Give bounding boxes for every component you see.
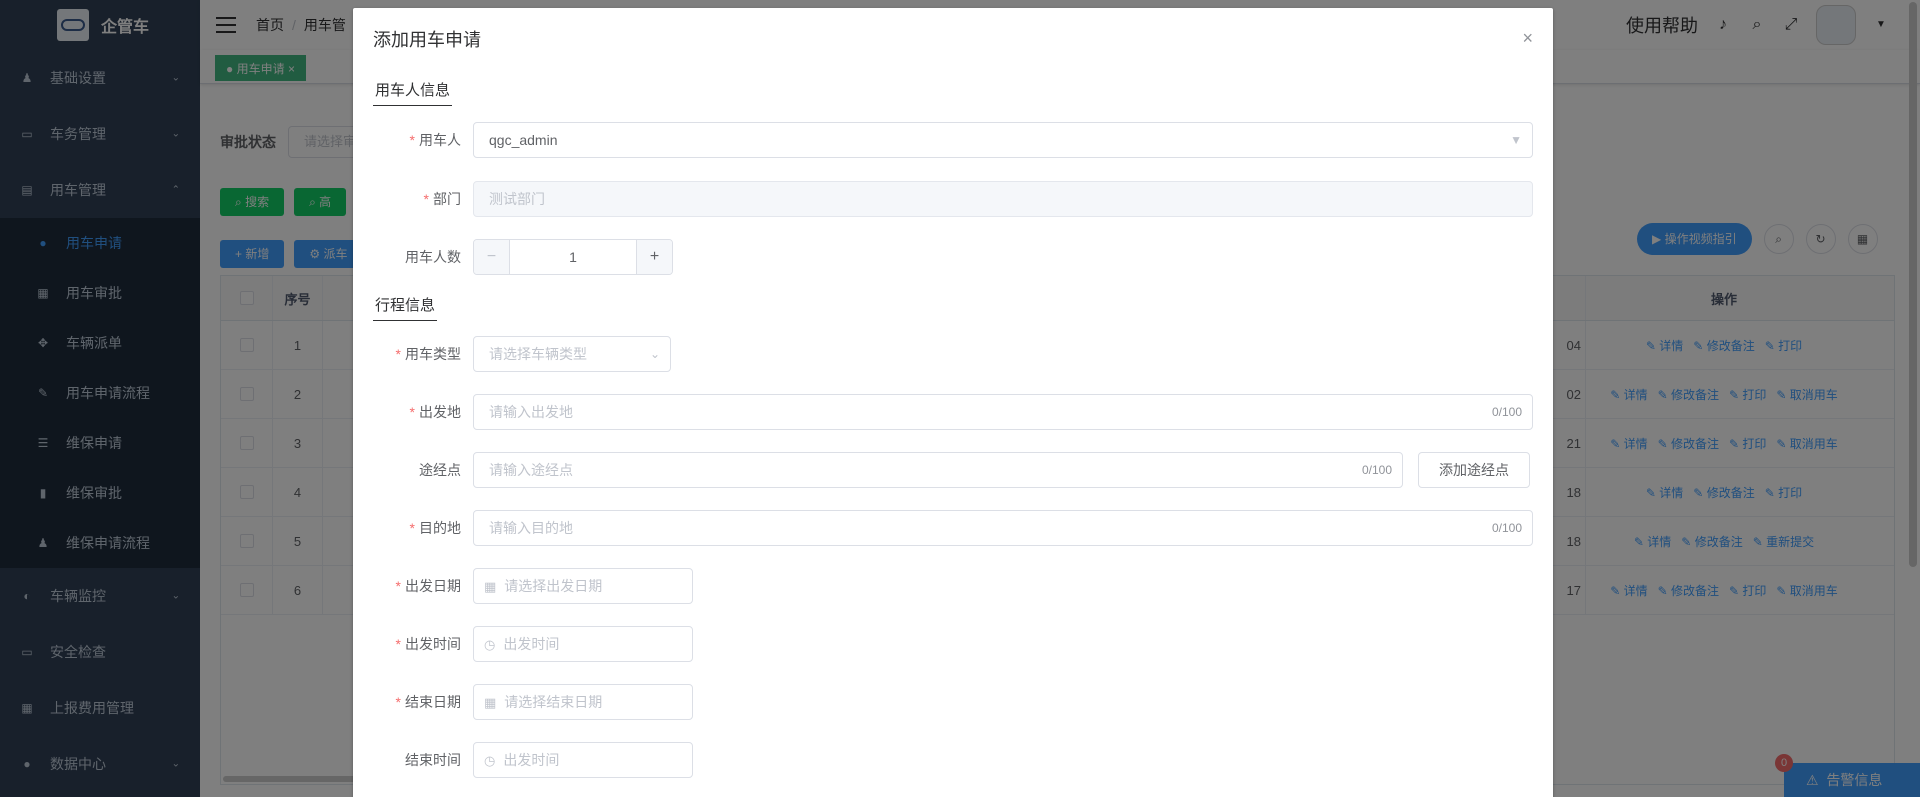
form-row-type: * 用车类型 请选择车辆类型 ⌄ bbox=[373, 336, 671, 372]
form-row-dept: * 部门 测试部门 bbox=[373, 181, 1533, 217]
end-date-label: * 结束日期 bbox=[395, 694, 461, 710]
user-value: qgc_admin bbox=[489, 132, 558, 148]
plus-icon[interactable]: + bbox=[636, 240, 672, 274]
start-date-placeholder: 请选择出发日期 bbox=[504, 578, 603, 594]
close-icon[interactable]: × bbox=[1522, 28, 1533, 48]
end-time-picker[interactable]: ◷ 出发时间 bbox=[473, 742, 693, 778]
waypoint-label: 途经点 bbox=[419, 462, 461, 478]
origin-counter: 0/100 bbox=[1491, 405, 1522, 419]
end-time-label: 结束时间 bbox=[405, 752, 461, 768]
form-row-origin: * 出发地 请输入出发地 0/100 bbox=[373, 394, 1533, 430]
end-date-picker[interactable]: ▦ 请选择结束日期 bbox=[473, 684, 693, 720]
caret-down-icon: ▼ bbox=[1510, 133, 1522, 147]
minus-icon[interactable]: − bbox=[474, 240, 510, 274]
form-row-user: * 用车人 qgc_admin ▼ bbox=[373, 122, 1533, 158]
form-row-start-time: * 出发时间 ◷ 出发时间 bbox=[373, 626, 693, 662]
calendar-icon: ▦ bbox=[484, 579, 497, 594]
section-trip-info: 行程信息 bbox=[373, 293, 438, 321]
origin-placeholder: 请输入出发地 bbox=[489, 404, 573, 420]
form-row-count: 用车人数 − 1 + bbox=[373, 239, 673, 275]
vehicle-type-select[interactable]: 请选择车辆类型 ⌄ bbox=[473, 336, 671, 372]
dept-input: 测试部门 bbox=[473, 181, 1533, 217]
passenger-count-value[interactable]: 1 bbox=[510, 240, 636, 274]
calendar-icon: ▦ bbox=[484, 695, 497, 710]
clock-icon: ◷ bbox=[484, 753, 496, 768]
user-label: * 用车人 bbox=[409, 132, 461, 148]
dest-input[interactable]: 请输入目的地 0/100 bbox=[473, 510, 1533, 546]
section-user-info: 用车人信息 bbox=[373, 78, 453, 106]
origin-input[interactable]: 请输入出发地 0/100 bbox=[473, 394, 1533, 430]
passenger-count-stepper: − 1 + bbox=[473, 239, 673, 275]
end-date-placeholder: 请选择结束日期 bbox=[504, 694, 603, 710]
origin-label: * 出发地 bbox=[409, 404, 461, 420]
add-waypoint-button[interactable]: 添加途经点 bbox=[1418, 452, 1530, 488]
waypoint-counter: 0/100 bbox=[1361, 463, 1392, 477]
chevron-down-icon: ⌄ bbox=[649, 347, 660, 361]
waypoint-input[interactable]: 请输入途经点 0/100 bbox=[473, 452, 1403, 488]
type-label: * 用车类型 bbox=[395, 346, 461, 362]
clock-icon: ◷ bbox=[484, 637, 496, 652]
dest-label: * 目的地 bbox=[409, 520, 461, 536]
start-date-picker[interactable]: ▦ 请选择出发日期 bbox=[473, 568, 693, 604]
start-time-placeholder: 出发时间 bbox=[503, 636, 560, 652]
dest-placeholder: 请输入目的地 bbox=[489, 520, 573, 536]
start-time-picker[interactable]: ◷ 出发时间 bbox=[473, 626, 693, 662]
dialog-title: 添加用车申请 bbox=[373, 30, 481, 50]
add-request-dialog: 添加用车申请 × 用车人信息 * 用车人 qgc_admin ▼ * 部门 测试部门… bbox=[353, 8, 1553, 797]
user-select[interactable]: qgc_admin ▼ bbox=[473, 122, 1533, 158]
dest-counter: 0/100 bbox=[1491, 521, 1522, 535]
form-row-start-date: * 出发日期 ▦ 请选择出发日期 bbox=[373, 568, 693, 604]
count-label: 用车人数 bbox=[405, 249, 461, 265]
start-date-label: * 出发日期 bbox=[395, 578, 461, 594]
end-time-placeholder: 出发时间 bbox=[503, 752, 560, 768]
form-row-waypoint: 途经点 请输入途经点 0/100 添加途经点 bbox=[373, 452, 1530, 488]
form-row-end-date: * 结束日期 ▦ 请选择结束日期 bbox=[373, 684, 693, 720]
dept-label: * 部门 bbox=[423, 191, 461, 207]
start-time-label: * 出发时间 bbox=[395, 636, 461, 652]
vehicle-type-placeholder: 请选择车辆类型 bbox=[489, 346, 587, 362]
form-row-end-time: 结束时间 ◷ 出发时间 bbox=[373, 742, 693, 778]
form-row-dest: * 目的地 请输入目的地 0/100 bbox=[373, 510, 1533, 546]
waypoint-placeholder: 请输入途经点 bbox=[489, 462, 573, 478]
